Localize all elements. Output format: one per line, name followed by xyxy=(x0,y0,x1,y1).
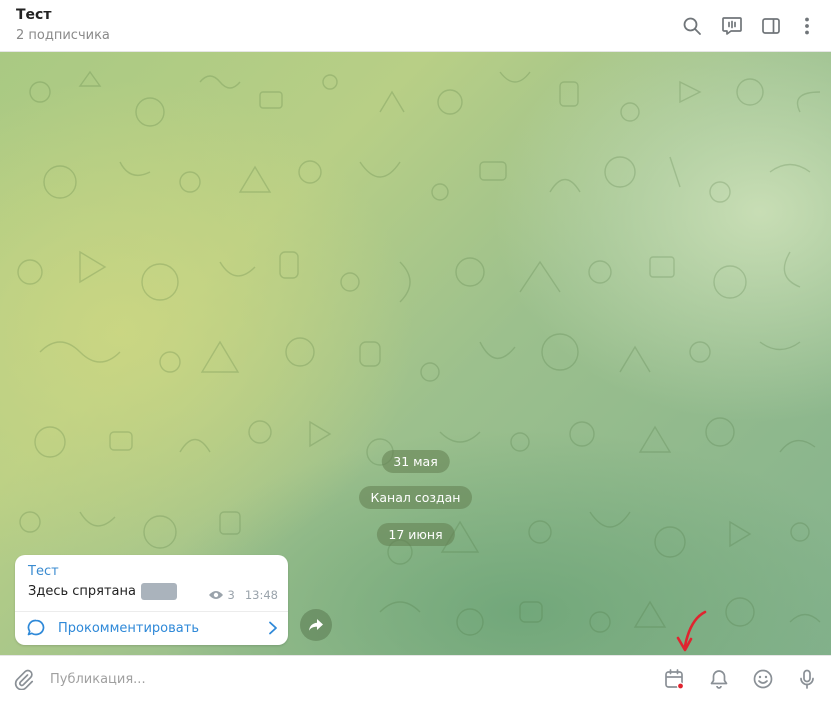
share-arrow-icon xyxy=(309,619,323,631)
post-text-content: Здесь спрятана xyxy=(28,584,136,599)
search-icon[interactable] xyxy=(680,14,704,38)
post-meta: 3 13:48 xyxy=(208,588,278,602)
spoiler-block[interactable] xyxy=(141,583,177,600)
channel-post[interactable]: Тест Здесь спрятана 3 13:48 Прокомментир… xyxy=(15,555,288,645)
date-separator: 17 июня xyxy=(376,523,455,546)
subscriber-count: 2 подписчика xyxy=(16,28,110,43)
comment-button[interactable]: Прокомментировать xyxy=(26,615,278,641)
comment-label: Прокомментировать xyxy=(58,620,199,636)
attach-icon[interactable] xyxy=(11,667,35,691)
more-vertical-icon[interactable] xyxy=(795,14,819,38)
schedule-calendar-icon[interactable] xyxy=(662,667,686,691)
view-count: 3 xyxy=(227,588,235,602)
comment-icon xyxy=(27,619,45,636)
date-separator: 31 мая xyxy=(381,450,450,473)
service-message-channel-created: Канал создан xyxy=(358,486,473,509)
channel-title[interactable]: Тест xyxy=(16,7,51,23)
chat-header: Тест 2 подписчика xyxy=(0,0,831,52)
post-time: 13:48 xyxy=(244,588,278,602)
post-author[interactable]: Тест xyxy=(28,564,59,579)
sidebar-toggle-icon[interactable] xyxy=(759,14,783,38)
chevron-right-icon xyxy=(269,621,277,635)
bell-icon[interactable] xyxy=(707,667,731,691)
post-text: Здесь спрятана xyxy=(28,583,177,600)
views-icon xyxy=(208,591,223,599)
composer-bar xyxy=(0,655,831,701)
emoji-icon[interactable] xyxy=(751,667,775,691)
share-button[interactable] xyxy=(300,609,332,641)
live-stream-icon[interactable] xyxy=(720,14,744,38)
microphone-icon[interactable] xyxy=(795,667,819,691)
message-input[interactable] xyxy=(50,666,610,692)
divider xyxy=(15,611,288,612)
